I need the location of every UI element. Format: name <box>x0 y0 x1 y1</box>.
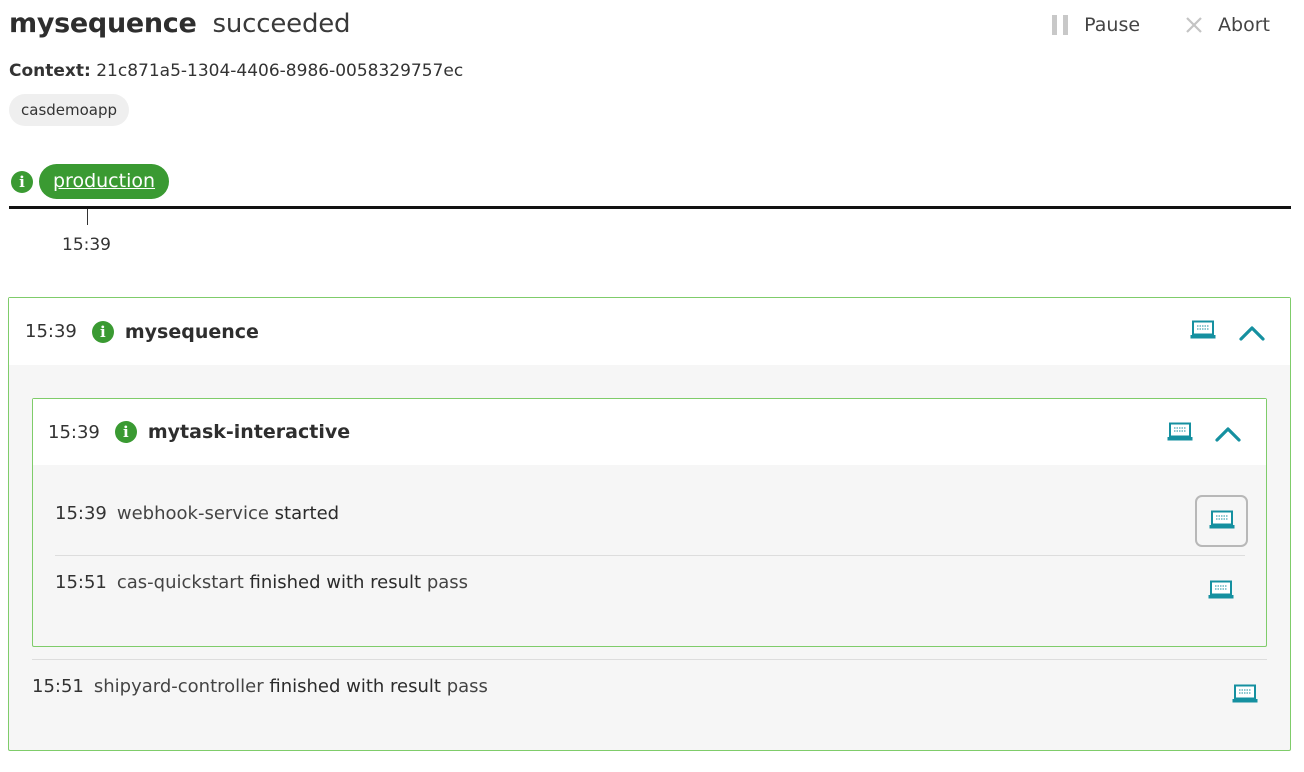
abort-label: Abort <box>1218 14 1270 36</box>
event-time: 15:39 <box>55 503 107 524</box>
info-icon[interactable]: i <box>11 170 33 193</box>
close-icon <box>1186 17 1202 33</box>
event-source: shipyard-controller <box>93 676 264 697</box>
event-time: 15:51 <box>32 676 84 697</box>
payload-button[interactable] <box>1195 495 1248 547</box>
sequence-header: mysequence succeeded <box>9 8 351 39</box>
sequence-card-title: mysequence <box>124 320 259 343</box>
list-item: 15:51 cas-quickstart finished with result… <box>55 572 468 593</box>
laptop-icon[interactable] <box>1167 422 1193 442</box>
laptop-icon[interactable] <box>1232 684 1258 704</box>
context-line: Context: 21c871a5-1304-4406-8986-0058329… <box>9 61 463 81</box>
pause-label: Pause <box>1084 14 1141 36</box>
event-source: cas-quickstart <box>116 572 244 593</box>
laptop-icon[interactable] <box>1208 580 1234 600</box>
project-tag: casdemoapp <box>9 94 130 126</box>
stage-row: i production <box>11 164 170 199</box>
stage-link-production[interactable]: production <box>39 164 170 199</box>
event-source: webhook-service <box>116 503 269 524</box>
pause-button[interactable]: Pause <box>1052 14 1140 36</box>
context-id: 21c871a5-1304-4406-8986-0058329757ec <box>96 61 464 81</box>
event-verb: started <box>274 503 340 524</box>
info-icon[interactable]: i <box>91 320 114 343</box>
list-item: 15:51 shipyard-controller finished with r… <box>32 676 488 697</box>
abort-button[interactable]: Abort <box>1184 14 1270 36</box>
sequence-card-time: 15:39 <box>25 321 77 342</box>
timeline-tick-label: 15:39 <box>62 235 111 255</box>
laptop-icon[interactable] <box>1190 320 1216 340</box>
event-result: pass <box>446 676 488 697</box>
sequence-card-header[interactable]: 15:39 i mysequence <box>9 298 1290 365</box>
timeline-tick <box>87 209 88 225</box>
event-time: 15:51 <box>55 572 107 593</box>
task-card-title: mytask-interactive <box>147 421 351 443</box>
event-result: pass <box>426 572 469 593</box>
divider <box>55 555 1245 556</box>
divider <box>32 659 1267 660</box>
chevron-up-icon[interactable] <box>1215 426 1241 442</box>
laptop-icon <box>1209 510 1235 529</box>
task-card-header[interactable]: 15:39 i mytask-interactive <box>33 399 1266 465</box>
info-icon[interactable]: i <box>114 421 137 443</box>
sequence-actions: Pause Abort <box>1052 14 1270 36</box>
timeline-axis <box>9 206 1291 209</box>
event-verb: finished with result <box>269 676 441 697</box>
list-item: 15:39 webhook-service started <box>55 503 339 524</box>
event-verb: finished with result <box>249 572 422 593</box>
chevron-up-icon[interactable] <box>1239 325 1265 341</box>
context-label: Context: <box>9 61 91 81</box>
sequence-status: succeeded <box>212 9 351 39</box>
task-card-time: 15:39 <box>48 421 100 443</box>
pause-icon <box>1052 15 1069 35</box>
sequence-title: mysequence <box>9 8 197 39</box>
